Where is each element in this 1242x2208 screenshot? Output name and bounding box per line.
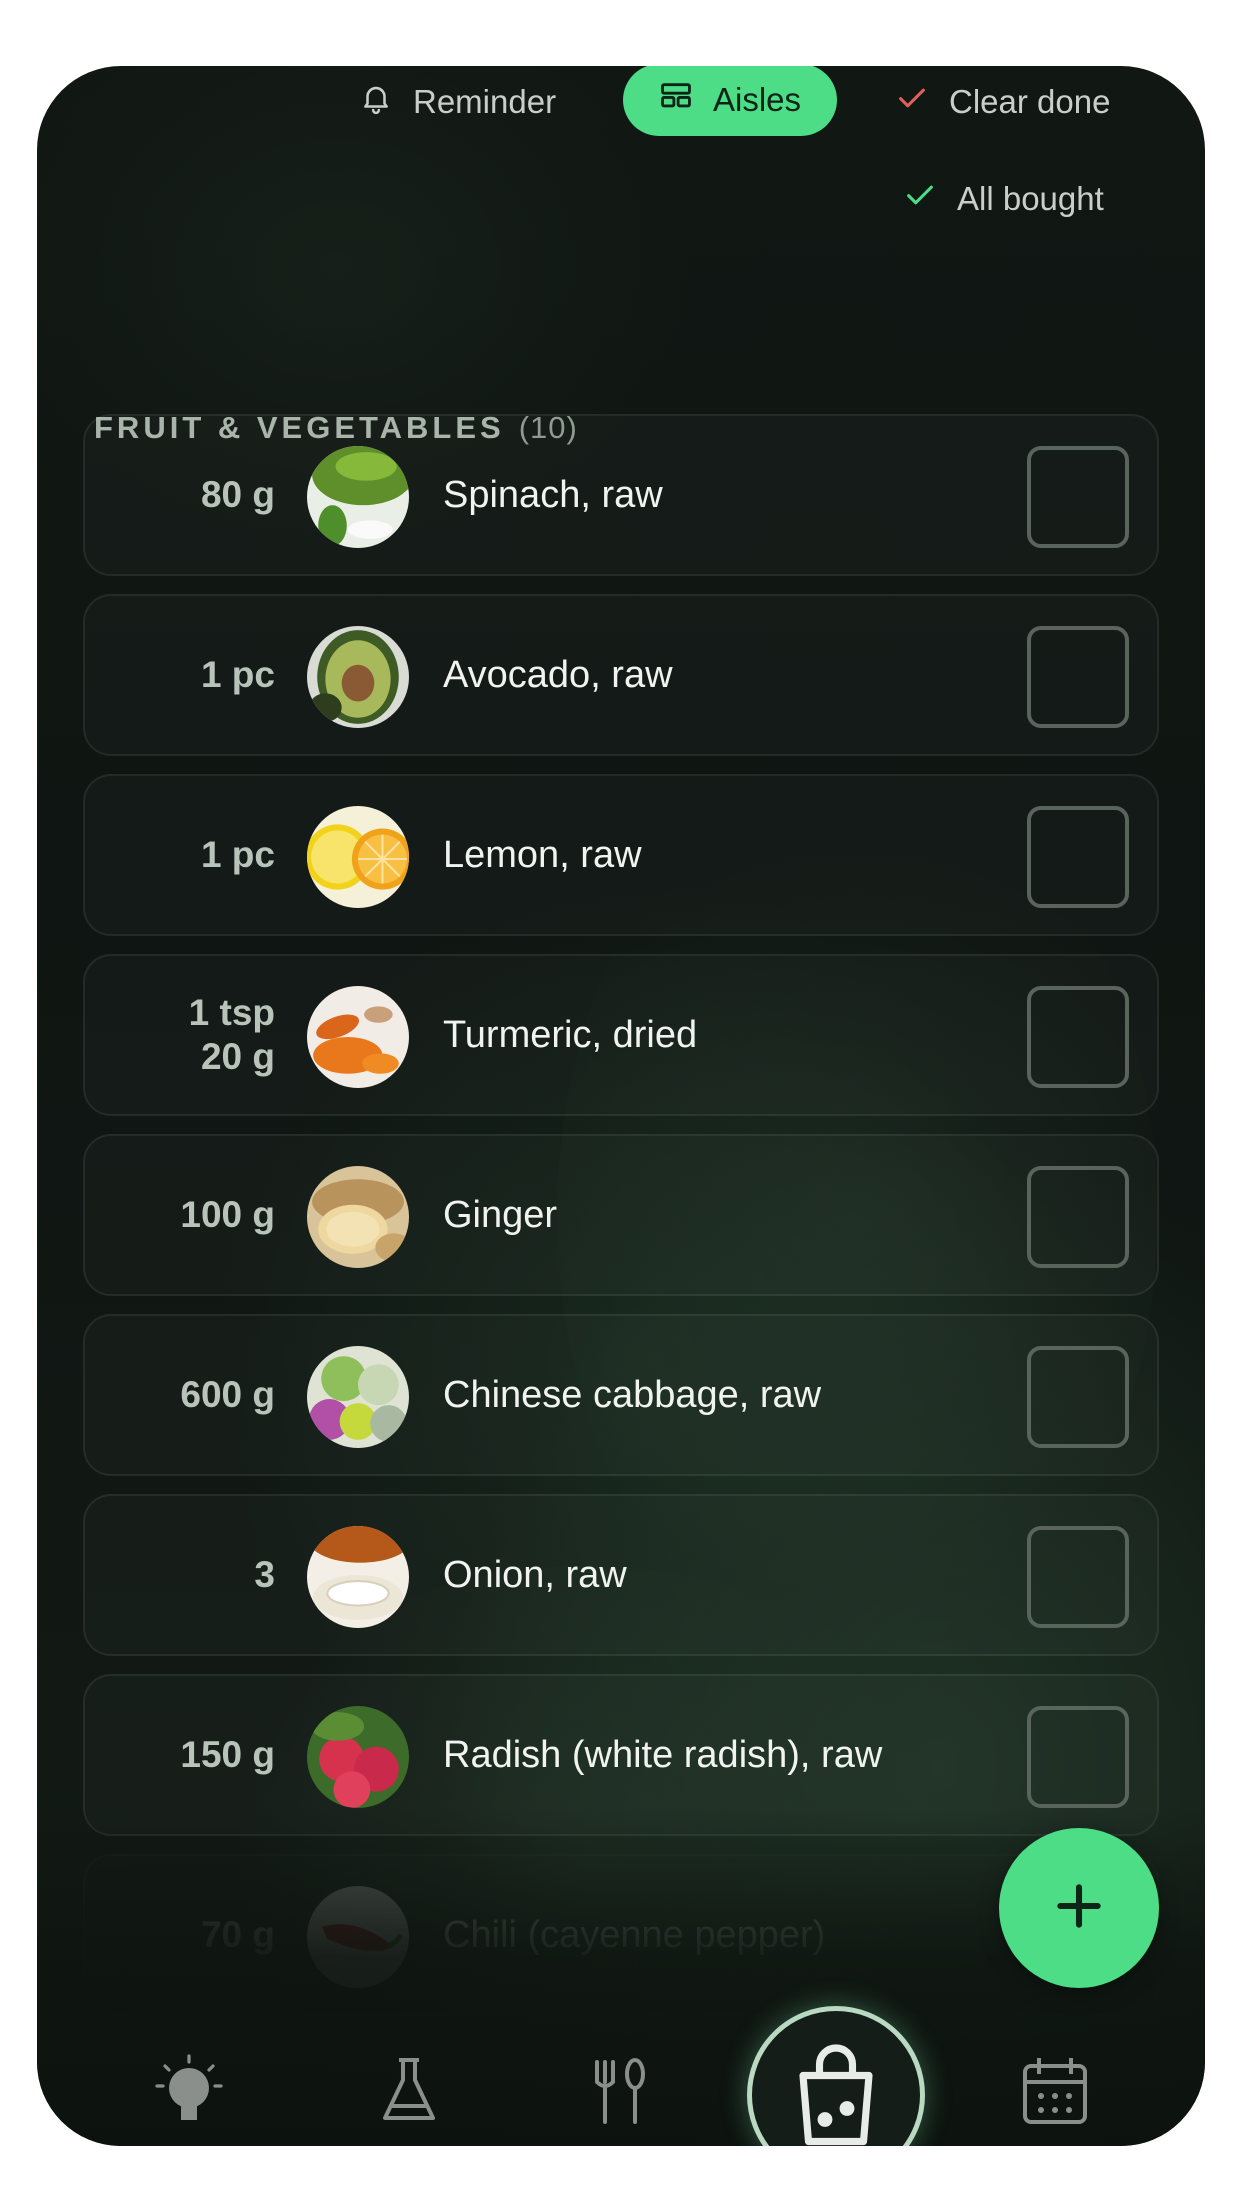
- item-checkbox[interactable]: [1027, 986, 1129, 1088]
- reminder-button[interactable]: Reminder: [359, 66, 556, 138]
- item-name: Lemon, raw: [443, 833, 642, 876]
- aisles-icon: [659, 79, 693, 121]
- bell-icon: [359, 81, 393, 123]
- item-checkbox[interactable]: [1027, 1346, 1129, 1448]
- item-quantity: 100 g: [85, 1136, 275, 1294]
- aisles-button[interactable]: Aisles: [623, 66, 838, 136]
- radish-image: [307, 1706, 409, 1808]
- list-item[interactable]: 3 Onion, raw: [83, 1494, 1159, 1656]
- clear-done-label: Clear done: [949, 83, 1111, 120]
- onion-image: [307, 1526, 409, 1628]
- spinach-image: [307, 446, 409, 548]
- cabbage-image: [307, 1346, 409, 1448]
- plus-icon: [1051, 1878, 1107, 1939]
- quantity-line: 1 tsp: [188, 992, 275, 1033]
- item-checkbox[interactable]: [1027, 1706, 1129, 1808]
- item-name: Avocado, raw: [443, 653, 673, 696]
- check-icon: [903, 178, 937, 220]
- check-icon: [895, 81, 929, 123]
- list-item[interactable]: 600 g Chinese cabbage, raw: [83, 1314, 1159, 1476]
- quantity-line: 20 g: [200, 1036, 275, 1077]
- item-quantity: 70 g: [85, 1856, 275, 2014]
- all-bought-label: All bought: [957, 180, 1104, 217]
- quantity-line: 1 pc: [200, 654, 275, 695]
- item-checkbox[interactable]: [1027, 1166, 1129, 1268]
- quantity-line: 70 g: [200, 1914, 275, 1955]
- cutlery-icon[interactable]: [579, 2050, 659, 2130]
- list-item[interactable]: 150 g Radish (white radish), raw: [83, 1674, 1159, 1836]
- flask-icon[interactable]: [369, 2050, 449, 2130]
- item-name: Turmeric, dried: [443, 1013, 698, 1056]
- item-quantity: 1 pc: [85, 596, 275, 754]
- quantity-line: 100 g: [180, 1194, 275, 1235]
- item-quantity: 1 tsp 20 g: [85, 956, 275, 1114]
- lemon-image: [307, 806, 409, 908]
- add-item-button[interactable]: [999, 1828, 1159, 1988]
- item-quantity: 600 g: [85, 1316, 275, 1474]
- quantity-line: 3: [254, 1554, 275, 1595]
- list-item[interactable]: 1 pc Avocado, raw: [83, 594, 1159, 756]
- item-name: Radish (white radish), raw: [443, 1733, 883, 1776]
- quantity-line: 1 pc: [200, 834, 275, 875]
- item-name: Ginger: [443, 1193, 558, 1236]
- item-quantity: 3: [85, 1496, 275, 1654]
- calendar-icon[interactable]: [1015, 2050, 1095, 2130]
- item-checkbox[interactable]: [1027, 1526, 1129, 1628]
- list-item[interactable]: 100 g Ginger: [83, 1134, 1159, 1296]
- item-name: Spinach, raw: [443, 473, 663, 516]
- reminder-label: Reminder: [413, 83, 557, 120]
- quantity-line: 150 g: [180, 1734, 275, 1775]
- item-quantity: 150 g: [85, 1676, 275, 1834]
- item-checkbox[interactable]: [1027, 626, 1129, 728]
- list-item[interactable]: 70 g Chili (cayenne pepper): [83, 1854, 1159, 2016]
- avocado-image: [307, 626, 409, 728]
- item-name: Chinese cabbage, raw: [443, 1373, 822, 1416]
- list-item[interactable]: 1 pc Lemon, raw: [83, 774, 1159, 936]
- list-item[interactable]: 80 g Spinach, raw: [83, 414, 1159, 576]
- item-quantity: 1 pc: [85, 776, 275, 934]
- item-name: Onion, raw: [443, 1553, 627, 1596]
- phone-screen: Reminder Aisles Clear done All bought FR…: [37, 66, 1205, 2146]
- list-item[interactable]: 1 tsp 20 g Turmeric, dried: [83, 954, 1159, 1116]
- quantity-line: 600 g: [180, 1374, 275, 1415]
- ginger-image: [307, 1166, 409, 1268]
- turmeric-image: [307, 986, 409, 1088]
- item-quantity: 80 g: [85, 416, 275, 574]
- item-checkbox[interactable]: [1027, 446, 1129, 548]
- quantity-line: 80 g: [200, 474, 275, 515]
- clear-done-button[interactable]: Clear done: [895, 66, 1110, 138]
- lightbulb-icon[interactable]: [149, 2050, 229, 2130]
- item-name: Chili (cayenne pepper): [443, 1913, 826, 1956]
- chili-image: [307, 1886, 409, 1988]
- item-checkbox[interactable]: [1027, 806, 1129, 908]
- aisles-label: Aisles: [713, 81, 802, 118]
- all-bought-button[interactable]: All bought: [903, 163, 1104, 235]
- shopping-bag-icon[interactable]: [747, 2006, 925, 2146]
